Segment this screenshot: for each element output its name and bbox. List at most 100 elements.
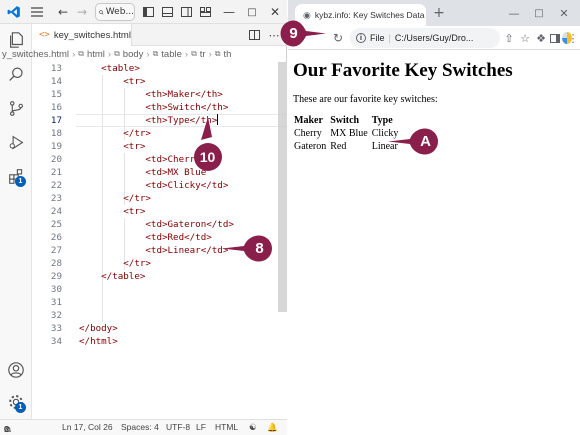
code-text: </tr> (79, 128, 151, 139)
code-text: <td>Cherry (79, 154, 201, 165)
toggle-sidebar-icon[interactable] (141, 0, 155, 24)
code-line: 13 <table> (32, 62, 287, 75)
settings-gear-icon[interactable]: 1 (0, 386, 32, 418)
breadcrumb-file[interactable]: y_switches.html (2, 49, 69, 60)
line-number: 26 (50, 232, 62, 243)
breadcrumb-th[interactable]: th (224, 49, 232, 60)
key-switches-table: Maker Switch Type Cherry MX Blue Clicky … (291, 114, 401, 153)
code-text: </table> (79, 271, 146, 282)
callout-9: 9 (280, 20, 340, 47)
table-cell: Red (330, 141, 347, 152)
cursor-position[interactable]: Ln 17, Col 26 (62, 422, 113, 432)
code-text: </tr> (79, 193, 151, 204)
line-number: 27 (50, 245, 62, 256)
line-number: 21 (50, 167, 62, 178)
table-header: Type (371, 115, 393, 126)
line-number: 29 (50, 271, 62, 282)
table-row: Cherry MX Blue Clicky (293, 127, 399, 140)
element-icon: ⧉ (114, 49, 120, 58)
encoding[interactable]: UTF-8 (166, 422, 190, 432)
copilot-icon[interactable]: ☯ (249, 422, 257, 433)
settings-badge: 1 (15, 402, 26, 413)
tab-key-switches[interactable]: <> key_switches.html (32, 24, 132, 46)
menu-icon[interactable] (28, 0, 46, 24)
minimize-icon[interactable]: — (506, 0, 522, 26)
code-text: <tr> (79, 76, 146, 87)
breadcrumb-separator-icon: › (107, 48, 112, 60)
vscode-logo-icon (4, 0, 24, 24)
activity-bar: 1 1 (0, 24, 32, 419)
language-mode[interactable]: HTML (215, 422, 238, 432)
indentation[interactable]: Spaces: 4 (121, 422, 159, 432)
breadcrumb-table[interactable]: table (161, 49, 182, 60)
code-text: <tr> (79, 206, 146, 217)
new-tab-icon[interactable]: + (431, 0, 447, 26)
editor-scrollbar[interactable] (278, 62, 287, 312)
code-line: 18 </tr> (32, 127, 287, 140)
line-number: 14 (50, 76, 62, 87)
breadcrumb-tr[interactable]: tr (200, 49, 206, 60)
code-text: <table> (79, 63, 140, 74)
web-page: Our Favorite Key Switches These are our … (288, 51, 580, 435)
callout-A: A (388, 128, 440, 155)
line-number: 18 (50, 128, 62, 139)
account-icon[interactable] (0, 354, 32, 386)
share-icon[interactable]: ⇧ (502, 26, 516, 50)
code-text: <td>Clicky</td> (79, 180, 229, 191)
close-icon[interactable]: ✕ (556, 0, 572, 26)
line-number: 24 (50, 206, 62, 217)
code-line: 32 (32, 309, 287, 322)
extensions-puzzle-icon[interactable]: ❖ (534, 26, 548, 50)
breadcrumb-body[interactable]: body (123, 49, 144, 60)
code-line: 30 (32, 283, 287, 296)
line-number: 17 (50, 115, 62, 126)
code-text: <th>Maker</th> (79, 89, 223, 100)
code-text: <td>Linear</td> (79, 245, 229, 256)
browser-tab-title: kybz.info: Key Switches Data (314, 10, 425, 20)
line-endings[interactable]: LF (196, 422, 206, 432)
breadcrumb: y_switches.html › ⧉ html › ⧉ body › ⧉ ta… (0, 46, 287, 62)
maximize-icon[interactable]: □ (531, 0, 547, 26)
table-row: Gateron Red Linear (293, 140, 399, 153)
line-number: 15 (50, 89, 62, 100)
layout-icon[interactable] (198, 0, 212, 24)
maximize-icon[interactable]: □ (243, 0, 261, 24)
toggle-panel-icon[interactable] (160, 0, 174, 24)
breadcrumb-separator-icon: › (72, 48, 76, 60)
run-debug-icon[interactable] (0, 126, 32, 158)
code-text: <td>Red</td> (79, 232, 212, 243)
line-number: 25 (50, 219, 62, 230)
line-number: 33 (50, 323, 62, 334)
source-control-icon[interactable] (0, 92, 32, 124)
breadcrumb-html[interactable]: html (87, 49, 105, 60)
command-center-search[interactable]: Web... (95, 3, 135, 21)
callout-9-number: 9 (289, 25, 298, 42)
element-icon: ⧉ (78, 49, 84, 58)
callout-10: 10 (193, 110, 233, 172)
info-icon: i (356, 33, 366, 43)
page-heading: Our Favorite Key Switches (293, 60, 513, 81)
code-line: 14 <tr> (32, 75, 287, 88)
search-icon (99, 9, 104, 15)
extensions-icon[interactable]: 1 (0, 160, 32, 192)
browser-menu-icon[interactable]: ⋮ (567, 26, 579, 50)
bookmark-star-icon[interactable]: ☆ (518, 26, 532, 50)
split-editor-icon[interactable] (247, 23, 261, 47)
more-actions-icon[interactable]: ⋯ (267, 23, 281, 47)
code-line: 23 </tr> (32, 192, 287, 205)
code-text: <td>MX Blue (79, 167, 207, 178)
code-line: 24 <tr> (32, 205, 287, 218)
code-line: 25 <td>Gateron</td> (32, 218, 287, 231)
toggle-secondary-sidebar-icon[interactable] (179, 0, 193, 24)
notifications-bell-icon[interactable]: 🔔 (267, 422, 278, 433)
address-bar[interactable]: i File | C:/Users/Guy/Dro... (350, 28, 500, 48)
line-number: 13 (50, 63, 62, 74)
code-line: 20 <td>Cherry (32, 153, 287, 166)
forward-arrow-icon[interactable]: → (74, 0, 90, 24)
code-line: 34 </html> (32, 335, 287, 348)
code-text: <tr> (79, 141, 146, 152)
back-arrow-icon[interactable]: ← (55, 0, 71, 24)
line-number: 28 (50, 258, 62, 269)
search-icon[interactable] (0, 58, 32, 90)
minimize-icon[interactable]: — (220, 0, 238, 24)
